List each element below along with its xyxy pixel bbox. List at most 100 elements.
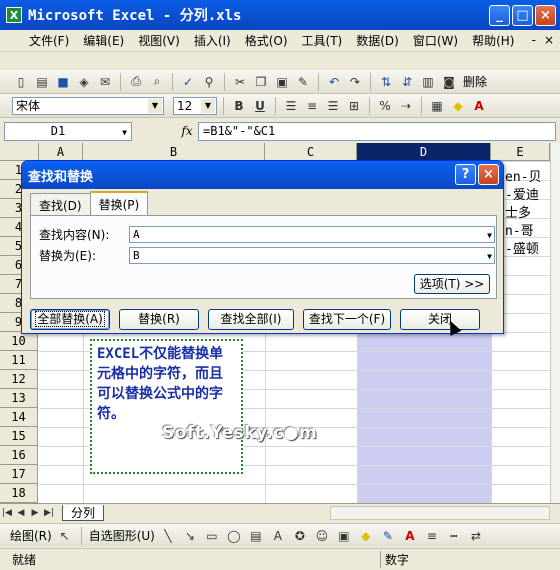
horizontal-scrollbar[interactable] (330, 506, 550, 520)
chevron-down-icon[interactable]: ▼ (487, 228, 492, 243)
open-icon[interactable]: ▤ (33, 73, 51, 91)
menu-file[interactable]: 文件(F) (22, 32, 76, 49)
close-button[interactable]: × (535, 5, 556, 26)
fill-color-icon[interactable]: ◆ (357, 527, 375, 545)
draw-menu-button[interactable]: 绘图(R) (10, 527, 52, 544)
picture-icon[interactable]: ▣ (335, 527, 353, 545)
percent-style-button[interactable]: % (376, 97, 394, 115)
next-sheet-icon[interactable]: ▶ (28, 508, 42, 518)
arrow-icon[interactable]: ↘ (181, 527, 199, 545)
menu-format[interactable]: 格式(O) (238, 32, 295, 49)
format-painter-icon[interactable]: ✎ (294, 73, 312, 91)
find-next-button[interactable]: 查找下一个(F) (303, 309, 391, 330)
tab-find[interactable]: 查找(D) (30, 193, 91, 215)
chart-wizard-icon[interactable]: ▥ (419, 73, 437, 91)
print-preview-icon[interactable]: ⌕ (148, 73, 166, 91)
formula-input[interactable]: =B1&"-"&C1 (198, 121, 556, 141)
dash-style-icon[interactable]: ┅ (445, 527, 463, 545)
row-header[interactable]: 17 (0, 465, 38, 484)
find-all-button[interactable]: 查找全部(I) (208, 309, 294, 330)
align-center-icon[interactable]: ≡ (303, 97, 321, 115)
vertical-scrollbar[interactable] (550, 143, 560, 503)
oval-icon[interactable]: ◯ (225, 527, 243, 545)
fill-color-icon[interactable]: ◆ (449, 97, 467, 115)
cell-e3[interactable]: 士多 (505, 202, 531, 221)
undo-icon[interactable]: ↶ (325, 73, 343, 91)
insert-function-button[interactable]: fx (176, 124, 198, 138)
permission-icon[interactable]: ◈ (75, 73, 93, 91)
row-header[interactable]: 16 (0, 446, 38, 465)
camera-icon[interactable]: ◙ (440, 73, 458, 91)
chevron-down-icon[interactable]: ▼ (487, 249, 492, 264)
column-header-e[interactable]: E (491, 143, 550, 161)
line-style-icon[interactable]: ≡ (423, 527, 441, 545)
diagram-icon[interactable]: ✪ (291, 527, 309, 545)
dialog-close-button[interactable]: × (478, 164, 499, 185)
menu-view[interactable]: 视图(V) (131, 32, 187, 49)
select-pointer-icon[interactable]: ↖ (56, 527, 74, 545)
close-dialog-button[interactable]: 关闭 (400, 309, 480, 330)
autoshapes-button[interactable]: 自选图形(U) (89, 527, 155, 544)
replace-button[interactable]: 替换(R) (119, 309, 199, 330)
first-sheet-icon[interactable]: |◀ (0, 508, 14, 518)
excel-app-icon[interactable]: X (6, 7, 22, 23)
font-color-icon[interactable]: A (401, 527, 419, 545)
bold-button[interactable]: B (230, 97, 248, 115)
row-header[interactable]: 15 (0, 427, 38, 446)
dialog-title-bar[interactable]: 查找和替换 ? × (22, 161, 503, 189)
row-header[interactable]: 11 (0, 351, 38, 370)
chevron-down-icon[interactable]: ▼ (201, 98, 215, 113)
column-header-b[interactable]: B (83, 143, 265, 161)
redo-icon[interactable]: ↷ (346, 73, 364, 91)
find-input[interactable]: A ▼ (129, 226, 495, 243)
align-left-icon[interactable]: ☰ (282, 97, 300, 115)
column-header-a[interactable]: A (39, 143, 83, 161)
new-icon[interactable]: ▯ (12, 73, 30, 91)
cell-e1[interactable]: en-贝 (505, 166, 541, 185)
row-header[interactable]: 18 (0, 484, 38, 503)
email-icon[interactable]: ✉ (96, 73, 114, 91)
doc-minimize-button[interactable]: - (532, 33, 536, 47)
column-header-c[interactable]: C (265, 143, 357, 161)
dialog-help-button[interactable]: ? (455, 164, 476, 185)
arrow-style-icon[interactable]: ⇄ (467, 527, 485, 545)
minimize-button[interactable]: _ (489, 5, 510, 26)
sheet-tab[interactable]: 分列 (62, 504, 105, 521)
copy-icon[interactable]: ❐ (252, 73, 270, 91)
merge-center-icon[interactable]: ⊞ (345, 97, 363, 115)
options-button[interactable]: 选项(T) >> (414, 274, 490, 294)
spelling-icon[interactable]: ✓ (179, 73, 197, 91)
textbox-icon[interactable]: ▤ (247, 527, 265, 545)
select-all-corner[interactable] (0, 143, 39, 161)
replace-all-button[interactable]: 全部替换(A) (30, 309, 110, 330)
cell-e4[interactable]: n-哥 (505, 220, 534, 239)
replace-input[interactable]: B ▼ (129, 247, 495, 264)
menu-tools[interactable]: 工具(T) (295, 32, 350, 49)
name-box[interactable]: D1 ▼ (4, 121, 132, 141)
menu-window[interactable]: 窗口(W) (406, 32, 465, 49)
sort-ascending-icon[interactable]: ⇅ (377, 73, 395, 91)
chevron-down-icon[interactable]: ▼ (122, 124, 127, 141)
delete-button[interactable]: 删除 (463, 73, 487, 90)
row-header[interactable]: 10 (0, 332, 38, 351)
save-icon[interactable]: ■ (54, 73, 72, 91)
font-size-select[interactable]: 12 ▼ (173, 96, 217, 115)
doc-close-button[interactable]: × (544, 33, 554, 47)
research-icon[interactable]: ⚲ (200, 73, 218, 91)
prev-sheet-icon[interactable]: ◀ (14, 508, 28, 518)
menu-edit[interactable]: 编辑(E) (76, 32, 131, 49)
cell-e2[interactable]: -爱迪 (505, 184, 539, 203)
menu-help[interactable]: 帮助(H) (465, 32, 521, 49)
line-icon[interactable]: ╲ (159, 527, 177, 545)
menu-insert[interactable]: 插入(I) (187, 32, 238, 49)
align-right-icon[interactable]: ☰ (324, 97, 342, 115)
note-textbox[interactable]: EXCEL不仅能替换单元格中的字符，而且可以替换公式中的字符。 (90, 339, 243, 474)
maximize-button[interactable]: □ (512, 5, 533, 26)
print-icon[interactable]: ⎙ (127, 73, 145, 91)
last-sheet-icon[interactable]: ▶| (42, 508, 56, 518)
tab-replace[interactable]: 替换(P) (89, 191, 149, 215)
paste-icon[interactable]: ▣ (273, 73, 291, 91)
cut-icon[interactable]: ✂ (231, 73, 249, 91)
row-header[interactable]: 13 (0, 389, 38, 408)
font-name-select[interactable]: 宋体 ▼ (12, 96, 164, 115)
